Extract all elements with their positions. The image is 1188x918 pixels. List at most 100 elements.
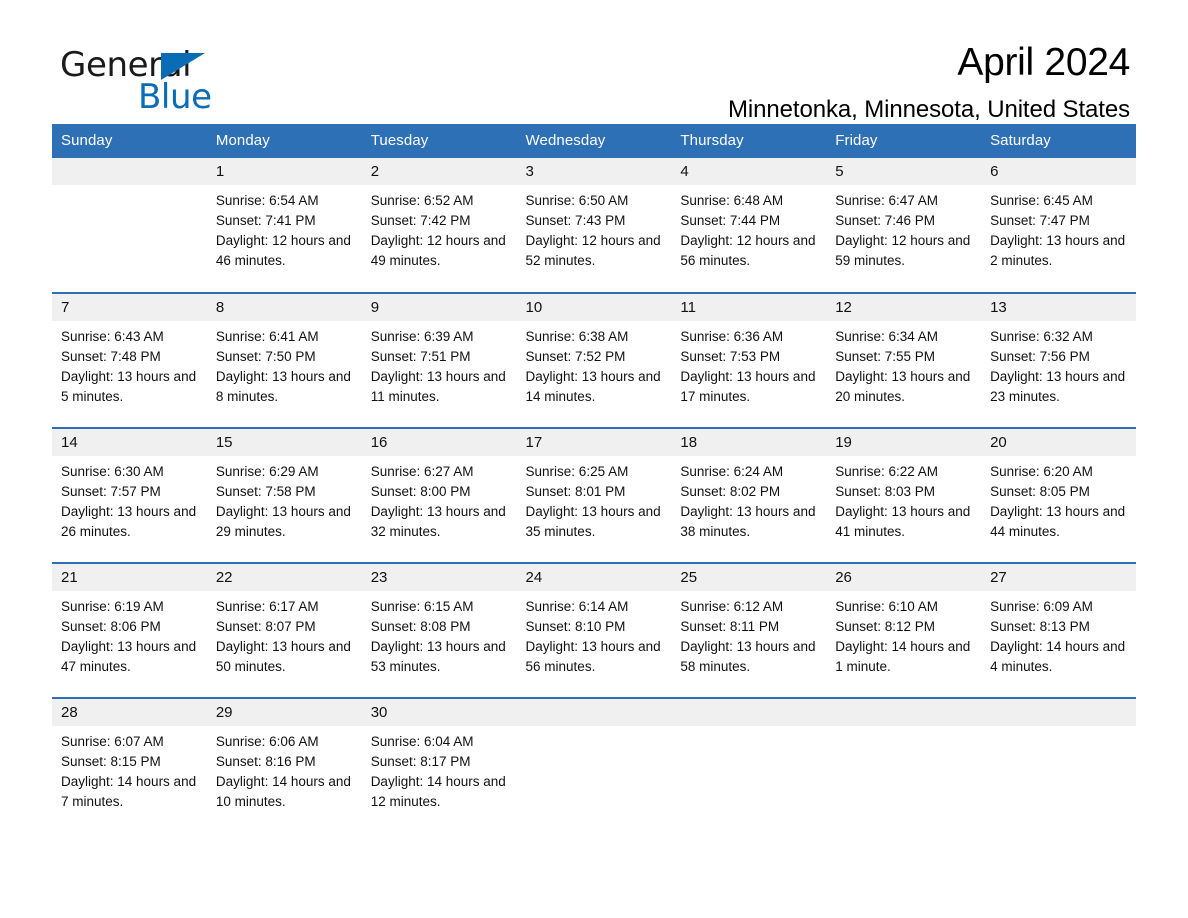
calendar-day-cell[interactable]: 10 Sunrise: 6:38 AM Sunset: 7:52 PM Dayligh…	[516, 292, 672, 428]
calendar-day-cell[interactable]: 16 Sunrise: 6:27 AM Sunset: 8:00 PM Dayligh…	[361, 427, 517, 563]
calendar-day-cell[interactable]: 7 Sunrise: 6:43 AM Sunset: 7:48 PM Daylight…	[52, 292, 207, 428]
calendar-week-row: 1 Sunrise: 6:54 AM Sunset: 7:41 PM Daylight…	[52, 158, 1136, 293]
day-details: Sunrise: 6:39 AM Sunset: 7:51 PM Daylight:…	[361, 321, 517, 407]
day-details: Sunrise: 6:43 AM Sunset: 7:48 PM Daylight:…	[52, 321, 207, 407]
calendar-cell-empty	[826, 697, 982, 833]
calendar-cell-empty	[671, 697, 827, 833]
page-header: General Blue April 2024 Minnetonka, Minn…	[52, 0, 1136, 123]
calendar-day-cell[interactable]: 15 Sunrise: 6:29 AM Sunset: 7:58 PM Dayligh…	[206, 427, 362, 563]
sunrise-text: Sunrise: 6:47 AM	[835, 193, 939, 208]
calendar-day-cell[interactable]: 20 Sunrise: 6:20 AM Sunset: 8:05 PM Dayligh…	[981, 427, 1136, 563]
sunset-text: Sunset: 7:41 PM	[215, 213, 316, 228]
day-details: Sunrise: 6:09 AM Sunset: 8:13 PM Daylight:…	[981, 591, 1136, 677]
day-number: 22	[206, 564, 362, 591]
day-details	[52, 185, 207, 191]
sunset-text: Sunset: 8:16 PM	[215, 754, 316, 769]
sunset-text: Sunset: 8:08 PM	[370, 619, 471, 634]
calendar-day-cell[interactable]: 23 Sunrise: 6:15 AM Sunset: 8:08 PM Dayligh…	[361, 562, 517, 698]
sunrise-text: Sunrise: 6:52 AM	[370, 193, 474, 208]
general-blue-logo[interactable]: General Blue	[60, 48, 260, 122]
calendar-day-cell[interactable]: 4 Sunrise: 6:48 AM Sunset: 7:44 PM Daylight…	[671, 158, 827, 293]
day-number: 25	[671, 564, 827, 591]
weekday-header-friday: Friday	[826, 124, 982, 158]
daylight-text: Daylight: 12 hours and 49 minutes.	[370, 233, 506, 268]
calendar-day-cell[interactable]: 30 Sunrise: 6:04 AM Sunset: 8:17 PM Dayligh…	[361, 697, 517, 833]
daylight-text: Daylight: 13 hours and 11 minutes.	[370, 369, 506, 404]
calendar-day-cell[interactable]: 12 Sunrise: 6:34 AM Sunset: 7:55 PM Dayligh…	[826, 292, 982, 428]
sunrise-text: Sunrise: 6:32 AM	[990, 329, 1093, 344]
calendar-day-cell[interactable]: 11 Sunrise: 6:36 AM Sunset: 7:53 PM Dayligh…	[671, 292, 827, 428]
sunrise-text: Sunrise: 6:17 AM	[215, 599, 319, 614]
calendar-day-cell[interactable]: 24 Sunrise: 6:14 AM Sunset: 8:10 PM Dayligh…	[516, 562, 672, 698]
day-number: 6	[981, 158, 1136, 185]
sunset-text: Sunset: 8:02 PM	[680, 484, 781, 499]
calendar-day-cell[interactable]: 2 Sunrise: 6:52 AM Sunset: 7:42 PM Daylight…	[361, 158, 517, 293]
day-number: 3	[516, 158, 672, 185]
calendar-day-cell[interactable]: 8 Sunrise: 6:41 AM Sunset: 7:50 PM Daylight…	[206, 292, 362, 428]
day-details: Sunrise: 6:15 AM Sunset: 8:08 PM Daylight:…	[361, 591, 517, 677]
day-number: 21	[52, 564, 207, 591]
calendar-day-cell[interactable]: 14 Sunrise: 6:30 AM Sunset: 7:57 PM Dayligh…	[52, 427, 207, 563]
day-details: Sunrise: 6:20 AM Sunset: 8:05 PM Daylight:…	[981, 456, 1136, 542]
calendar-day-cell[interactable]: 19 Sunrise: 6:22 AM Sunset: 8:03 PM Dayligh…	[826, 427, 982, 563]
sunrise-text: Sunrise: 6:39 AM	[370, 329, 474, 344]
calendar-week-row: 28 Sunrise: 6:07 AM Sunset: 8:15 PM Dayligh…	[52, 697, 1136, 833]
sunset-text: Sunset: 7:47 PM	[990, 213, 1090, 228]
sunset-text: Sunset: 7:43 PM	[525, 213, 626, 228]
day-number: 4	[671, 158, 827, 185]
daylight-text: Daylight: 13 hours and 2 minutes.	[990, 233, 1126, 268]
calendar-day-cell[interactable]: 26 Sunrise: 6:10 AM Sunset: 8:12 PM Dayligh…	[826, 562, 982, 698]
calendar-day-cell[interactable]: 28 Sunrise: 6:07 AM Sunset: 8:15 PM Dayligh…	[52, 697, 207, 833]
sunrise-text: Sunrise: 6:24 AM	[680, 464, 784, 479]
daylight-text: Daylight: 13 hours and 58 minutes.	[680, 639, 816, 674]
day-details: Sunrise: 6:41 AM Sunset: 7:50 PM Daylight:…	[206, 321, 362, 407]
day-number: 20	[981, 429, 1136, 456]
day-number: 29	[206, 699, 362, 726]
logo-word-blue: Blue	[138, 77, 212, 117]
day-details: Sunrise: 6:50 AM Sunset: 7:43 PM Daylight:…	[516, 185, 672, 271]
sunset-text: Sunset: 7:48 PM	[61, 349, 161, 364]
sunset-text: Sunset: 8:03 PM	[835, 484, 936, 499]
daylight-text: Daylight: 13 hours and 14 minutes.	[525, 369, 661, 404]
day-details: Sunrise: 6:47 AM Sunset: 7:46 PM Daylight:…	[826, 185, 982, 271]
day-details: Sunrise: 6:22 AM Sunset: 8:03 PM Daylight:…	[826, 456, 982, 542]
calendar-day-cell[interactable]: 6 Sunrise: 6:45 AM Sunset: 7:47 PM Daylight…	[981, 158, 1136, 293]
sunrise-text: Sunrise: 6:25 AM	[525, 464, 629, 479]
daylight-text: Daylight: 12 hours and 52 minutes.	[525, 233, 661, 268]
weekday-header-saturday: Saturday	[981, 124, 1136, 158]
day-number: 18	[671, 429, 827, 456]
calendar-day-cell[interactable]: 27 Sunrise: 6:09 AM Sunset: 8:13 PM Dayligh…	[981, 562, 1136, 698]
day-details: Sunrise: 6:54 AM Sunset: 7:41 PM Daylight:…	[206, 185, 362, 271]
daylight-text: Daylight: 13 hours and 23 minutes.	[990, 369, 1126, 404]
sunrise-text: Sunrise: 6:12 AM	[680, 599, 784, 614]
daylight-text: Daylight: 13 hours and 50 minutes.	[215, 639, 351, 674]
calendar-day-cell[interactable]: 5 Sunrise: 6:47 AM Sunset: 7:46 PM Daylight…	[826, 158, 982, 293]
sunrise-text: Sunrise: 6:41 AM	[215, 329, 319, 344]
day-number	[52, 158, 207, 185]
sunrise-text: Sunrise: 6:45 AM	[990, 193, 1093, 208]
day-number: 10	[516, 294, 672, 321]
sunset-text: Sunset: 8:11 PM	[680, 619, 780, 634]
calendar-day-cell[interactable]: 3 Sunrise: 6:50 AM Sunset: 7:43 PM Daylight…	[516, 158, 672, 293]
calendar-day-cell[interactable]: 22 Sunrise: 6:17 AM Sunset: 8:07 PM Dayligh…	[206, 562, 362, 698]
calendar-day-cell[interactable]: 1 Sunrise: 6:54 AM Sunset: 7:41 PM Daylight…	[206, 158, 362, 293]
calendar-day-cell[interactable]: 25 Sunrise: 6:12 AM Sunset: 8:11 PM Dayligh…	[671, 562, 827, 698]
weekday-header-monday: Monday	[206, 124, 362, 158]
calendar-day-cell[interactable]: 9 Sunrise: 6:39 AM Sunset: 7:51 PM Daylight…	[361, 292, 517, 428]
day-details	[516, 726, 672, 732]
calendar-week-row: 14 Sunrise: 6:30 AM Sunset: 7:57 PM Dayligh…	[52, 427, 1136, 563]
sunrise-text: Sunrise: 6:19 AM	[61, 599, 164, 614]
calendar-day-cell[interactable]: 21 Sunrise: 6:19 AM Sunset: 8:06 PM Dayligh…	[52, 562, 207, 698]
daylight-text: Daylight: 13 hours and 35 minutes.	[525, 504, 661, 539]
calendar-day-cell[interactable]: 13 Sunrise: 6:32 AM Sunset: 7:56 PM Dayligh…	[981, 292, 1136, 428]
calendar-day-cell[interactable]: 29 Sunrise: 6:06 AM Sunset: 8:16 PM Dayligh…	[206, 697, 362, 833]
sunrise-text: Sunrise: 6:30 AM	[61, 464, 164, 479]
daylight-text: Daylight: 13 hours and 44 minutes.	[990, 504, 1126, 539]
daylight-text: Daylight: 13 hours and 20 minutes.	[835, 369, 971, 404]
sunset-text: Sunset: 8:00 PM	[370, 484, 471, 499]
calendar-day-cell[interactable]: 17 Sunrise: 6:25 AM Sunset: 8:01 PM Dayligh…	[516, 427, 672, 563]
day-number: 26	[826, 564, 982, 591]
sunset-text: Sunset: 7:44 PM	[680, 213, 781, 228]
calendar-day-cell[interactable]: 18 Sunrise: 6:24 AM Sunset: 8:02 PM Dayligh…	[671, 427, 827, 563]
weekday-header-tuesday: Tuesday	[361, 124, 517, 158]
